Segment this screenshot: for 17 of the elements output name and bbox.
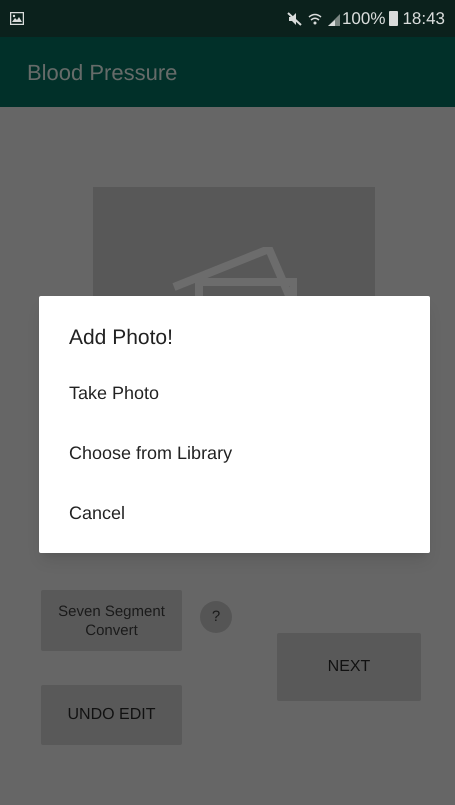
dialog-option[interactable]: Choose from Library [39,423,430,483]
battery-icon [389,11,398,26]
signal-icon [328,12,340,26]
clock: 18:43 [402,8,445,30]
wifi-icon [308,12,322,26]
photos-icon [171,247,297,296]
dialog-option[interactable]: Take Photo [39,363,430,423]
battery-percentage: 100% [342,8,386,30]
dialog-title: Add Photo! [68,325,174,351]
help-button[interactable]: ? [200,601,232,633]
seven-segment-button[interactable]: Seven Segment Convert [41,590,182,651]
undo-edit-button[interactable]: UNDO EDIT [41,685,182,745]
image-icon [10,12,24,25]
mute-icon [286,12,302,26]
dialog-option[interactable]: Cancel [39,483,430,543]
next-button[interactable]: NEXT [277,633,421,701]
app-title: Blood Pressure [27,58,178,86]
